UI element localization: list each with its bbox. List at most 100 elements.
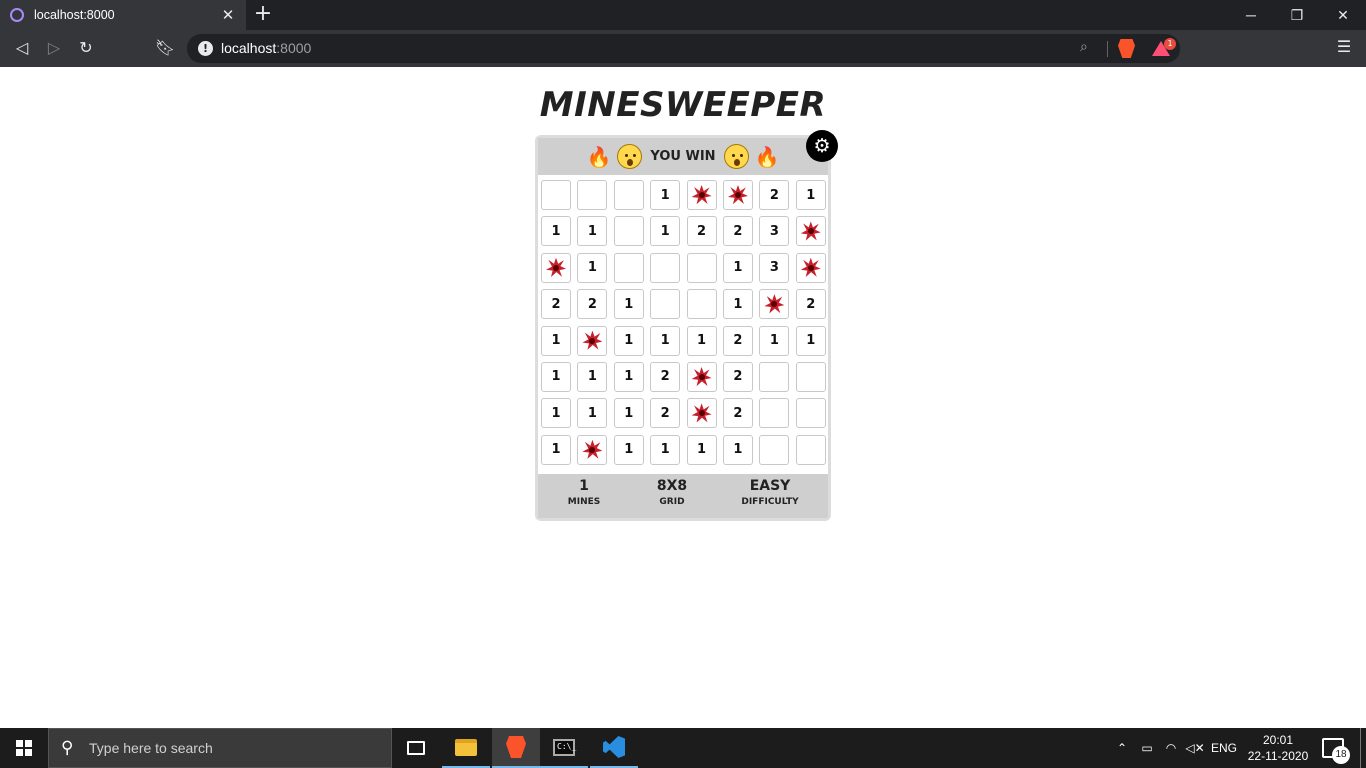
grid-cell[interactable] — [686, 180, 717, 210]
astonished-face-icon — [617, 144, 643, 169]
grid-cell[interactable] — [577, 180, 608, 210]
grid-cell[interactable]: 2 — [577, 289, 608, 320]
grid-cell[interactable]: 1 — [541, 434, 571, 465]
clock-date: 22-11-2020 — [1247, 749, 1309, 763]
grid-cell[interactable] — [541, 180, 571, 210]
grid-cell[interactable]: 1 — [577, 216, 608, 247]
grid-cell[interactable]: 1 — [759, 325, 790, 356]
grid-cell[interactable]: 3 — [759, 216, 790, 247]
grid-cell[interactable]: 1 — [795, 325, 826, 356]
grid-cell[interactable]: 2 — [541, 289, 571, 320]
grid-cell[interactable]: 1 — [541, 325, 571, 356]
grid-cell[interactable]: 2 — [722, 398, 753, 429]
grid-cell[interactable] — [686, 398, 717, 429]
grid-cell[interactable] — [686, 252, 717, 283]
new-tab-button[interactable]: + — [252, 3, 274, 25]
grid-cell[interactable]: 2 — [722, 361, 753, 392]
grid-cell[interactable]: 1 — [541, 216, 571, 247]
grid-cell[interactable] — [795, 434, 826, 465]
grid-cell[interactable]: 1 — [650, 434, 681, 465]
grid-cell[interactable] — [577, 325, 608, 356]
grid-cell[interactable]: 3 — [759, 252, 790, 283]
grid-cell[interactable] — [795, 398, 826, 429]
grid-cell[interactable]: 2 — [686, 216, 717, 247]
grid-cell[interactable]: 1 — [577, 398, 608, 429]
grid-cell[interactable]: 1 — [650, 216, 681, 247]
grid-cell[interactable]: 2 — [722, 216, 753, 247]
grid-cell[interactable]: 1 — [722, 289, 753, 320]
start-button[interactable] — [0, 728, 48, 768]
search-icon: ⚲ — [61, 738, 74, 758]
grid-cell[interactable]: 1 — [613, 398, 644, 429]
language-indicator[interactable]: ENG — [1208, 728, 1240, 768]
window-restore-button[interactable]: ❐ — [1274, 0, 1320, 30]
grid-cell[interactable]: 1 — [613, 289, 644, 320]
file-explorer-button[interactable] — [442, 728, 490, 768]
show-desktop-button[interactable] — [1360, 728, 1361, 768]
grid-cell[interactable] — [795, 252, 826, 283]
grid-cell[interactable]: 1 — [613, 361, 644, 392]
grid-cell[interactable] — [759, 434, 790, 465]
address-bar[interactable]: ! localhost:8000 ⌕ 1 — [187, 34, 1180, 63]
grid-cell[interactable]: 1 — [722, 252, 753, 283]
grid-cell[interactable]: 2 — [650, 361, 681, 392]
grid-cell[interactable] — [759, 289, 790, 320]
grid-cell[interactable]: 1 — [541, 398, 571, 429]
taskbar-search-box[interactable]: ⚲ Type here to search — [48, 728, 392, 768]
reload-icon[interactable]: ↻ — [75, 37, 97, 59]
grid-cell[interactable] — [650, 252, 681, 283]
settings-gear-icon[interactable]: ⚙ — [806, 130, 838, 162]
terminal-button[interactable]: C:\_ — [540, 728, 588, 768]
clock-time: 20:01 — [1262, 733, 1294, 747]
forward-icon[interactable]: ▷ — [43, 37, 65, 59]
brave-shields-icon[interactable] — [1118, 39, 1135, 58]
grid-cell[interactable]: 1 — [613, 434, 644, 465]
back-icon[interactable]: ◁ — [11, 37, 33, 59]
grid-cell[interactable]: 1 — [650, 325, 681, 356]
grid-cell[interactable]: 1 — [650, 180, 681, 210]
browser-menu-icon[interactable]: ☰ — [1336, 37, 1352, 56]
grid-cell[interactable] — [759, 361, 790, 392]
grid-cell[interactable] — [650, 289, 681, 320]
grid-cell[interactable]: 1 — [541, 361, 571, 392]
grid-cell[interactable]: 1 — [577, 252, 608, 283]
tab-close-icon[interactable]: ✕ — [220, 6, 236, 24]
bookmark-icon[interactable]: 🔖︎ — [154, 37, 176, 59]
grid-cell[interactable] — [613, 180, 644, 210]
volume-muted-icon[interactable]: ◁✕ — [1184, 728, 1206, 768]
grid-cell[interactable]: 1 — [577, 361, 608, 392]
grid-cell[interactable] — [613, 252, 644, 283]
window-close-button[interactable]: ✕ — [1320, 0, 1366, 30]
site-info-icon[interactable]: ! — [198, 41, 213, 56]
grid-cell[interactable] — [577, 434, 608, 465]
wifi-icon[interactable]: ◠ — [1160, 728, 1182, 768]
grid-cell[interactable]: 2 — [795, 289, 826, 320]
grid-cell[interactable]: 1 — [722, 434, 753, 465]
grid-cell[interactable] — [541, 252, 571, 283]
show-hidden-icons-chevron-icon[interactable]: ⌃ — [1112, 728, 1132, 768]
grid-cell[interactable] — [613, 216, 644, 247]
address-url[interactable]: localhost:8000 — [221, 40, 311, 56]
grid-cell[interactable] — [686, 289, 717, 320]
battery-icon[interactable]: ▭ — [1136, 728, 1158, 768]
grid-cell[interactable]: 1 — [686, 434, 717, 465]
grid-cell[interactable] — [686, 361, 717, 392]
grid-cell[interactable]: 2 — [722, 325, 753, 356]
brave-browser-button[interactable] — [492, 728, 540, 768]
grid-cell[interactable] — [795, 361, 826, 392]
grid-cell[interactable] — [722, 180, 753, 210]
grid-cell[interactable] — [759, 398, 790, 429]
taskbar-clock[interactable]: 20:01 22-11-2020 — [1240, 732, 1316, 764]
grid-cell[interactable]: 1 — [686, 325, 717, 356]
browser-tab-active[interactable]: localhost:8000 ✕ — [0, 0, 246, 30]
grid-cell[interactable]: 1 — [795, 180, 826, 210]
grid-cell[interactable]: 2 — [759, 180, 790, 210]
vscode-button[interactable] — [590, 728, 638, 768]
mine-icon — [764, 294, 785, 314]
task-view-button[interactable] — [392, 728, 440, 768]
grid-cell[interactable]: 1 — [613, 325, 644, 356]
grid-cell[interactable] — [795, 216, 826, 247]
zoom-icon[interactable]: ⌕ — [1080, 39, 1088, 55]
grid-cell[interactable]: 2 — [650, 398, 681, 429]
window-minimize-button[interactable]: ─ — [1228, 0, 1274, 30]
